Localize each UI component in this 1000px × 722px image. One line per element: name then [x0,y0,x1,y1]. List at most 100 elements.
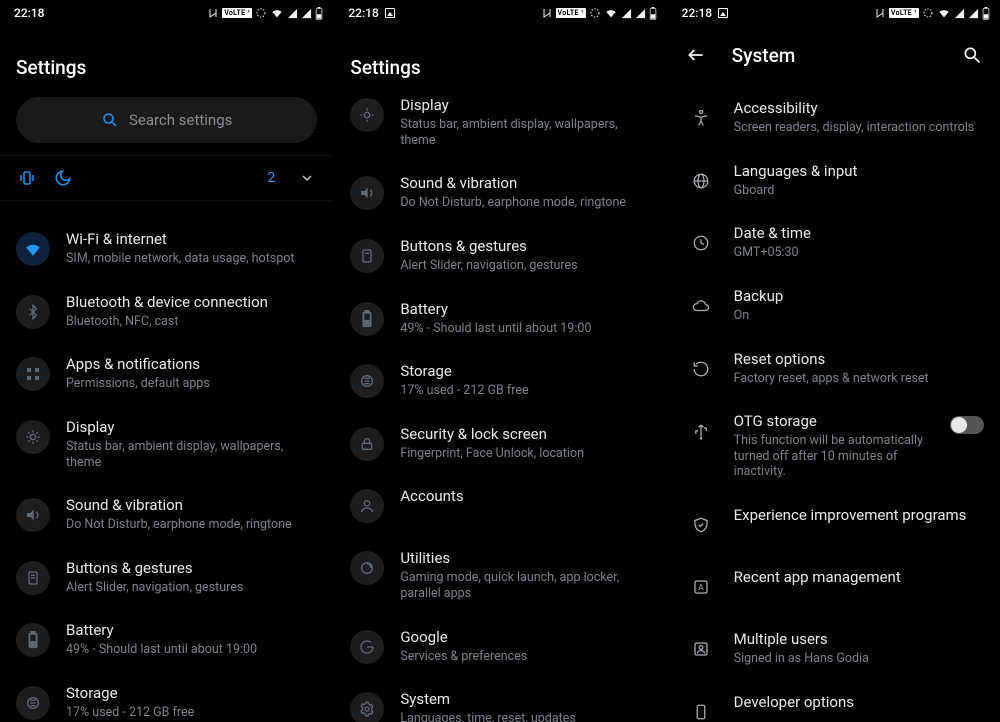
lock-icon [350,427,384,461]
item-sub: This function will be automatically turn… [734,433,926,480]
item-sub: Gaming mode, quick launch, app locker, p… [400,570,650,601]
search-icon [962,45,982,65]
page-title: System [732,44,936,67]
item-sub: Status bar, ambient display, wallpapers,… [66,439,317,470]
item-developer[interactable]: Developer options [668,680,1000,722]
item-title: Apps & notifications [66,355,317,373]
item-multiple-users[interactable]: Multiple users Signed in as Hans Godia [668,617,1000,680]
battery-icon [649,7,657,20]
signal-1-icon [954,8,965,19]
battery-icon [350,302,384,336]
item-title: System [400,690,650,708]
item-title: Buttons & gestures [66,559,317,577]
display-icon [350,98,384,132]
item-display[interactable]: Display Status bar, ambient display, wall… [0,405,333,483]
item-reset[interactable]: Reset optionsFactory reset, apps & netwo… [668,337,1000,400]
item-system[interactable]: System Languages, time, reset, updates [334,677,666,722]
item-title: Backup [734,287,984,305]
nfc-icon [207,7,219,19]
status-bar: 22:18 VoLTE ¹ [668,0,1000,24]
utilities-icon [350,551,384,585]
item-title: Developer options [734,693,984,711]
item-sub: Bluetooth, NFC, cast [66,314,317,330]
item-bluetooth[interactable]: Bluetooth & device connection Bluetooth, … [0,280,333,343]
svg-text:A: A [698,583,704,593]
quick-count: 2 [267,170,275,186]
item-recent-apps[interactable]: A Recent app management [668,555,1000,617]
item-sound[interactable]: Sound & vibrationDo Not Disturb, earphon… [0,483,333,546]
quick-toggle-row[interactable]: 2 [0,155,333,201]
item-utilities[interactable]: UtilitiesGaming mode, quick launch, app … [334,536,666,614]
item-sub: Alert Slider, navigation, gestures [400,258,650,274]
item-title: Sound & vibration [400,174,650,192]
item-title: Display [400,96,650,114]
item-security[interactable]: Security & lock screen Fingerprint, Face … [334,412,666,475]
item-sub: 17% used - 212 GB free [66,705,317,721]
cloud-icon [684,289,718,323]
nfc-icon [874,7,886,19]
search-button[interactable] [956,39,988,71]
item-sub: GMT+05:30 [734,245,984,261]
google-icon [350,630,384,664]
item-sub: Languages, time, reset, updates [400,711,650,722]
item-sub: 17% used - 212 GB free [400,383,650,399]
item-sub: Fingerprint, Face Unlock, location [400,446,650,462]
item-display[interactable]: Display Status bar, ambient display, wall… [334,83,666,161]
recent-icon: A [684,570,718,604]
otg-toggle[interactable] [950,416,984,434]
wifi-icon [270,7,284,19]
item-storage[interactable]: Storage17% used - 212 GB free [0,671,333,722]
system-list: AccessibilityScreen readers, display, in… [668,80,1000,722]
item-buttons-gestures[interactable]: Buttons & gesturesAlert Slider, navigati… [0,546,333,609]
wifi-icon [937,7,951,19]
item-accessibility[interactable]: AccessibilityScreen readers, display, in… [668,86,1000,149]
display-icon [16,420,50,454]
battery-icon [315,7,323,20]
battery-icon [982,7,990,20]
storage-icon [350,364,384,398]
volte-icon: VoLTE ¹ [222,8,252,18]
item-sub: 49% - Should last until about 19:00 [400,321,650,337]
item-wifi-internet[interactable]: Wi-Fi & internetSIM, mobile network, dat… [0,217,333,280]
item-sub: SIM, mobile network, data usage, hotspot [66,251,317,267]
signal-1-icon [621,8,632,19]
item-languages[interactable]: Languages & inputGboard [668,149,1000,212]
back-button[interactable] [680,39,712,71]
item-title: Multiple users [734,630,984,648]
item-buttons-gestures[interactable]: Buttons & gesturesAlert Slider, navigati… [334,224,666,287]
screenshot-notif-icon [718,8,728,18]
item-experience[interactable]: Experience improvement programs [668,493,1000,555]
accessibility-icon [684,101,718,135]
reset-icon [684,352,718,386]
item-google[interactable]: GoogleServices & preferences [334,615,666,678]
item-accounts[interactable]: Accounts [334,474,666,536]
nfc-icon [541,7,553,19]
item-title: Bluetooth & device connection [66,293,317,311]
search-icon [101,111,119,129]
usb-icon [684,414,718,448]
item-title: Security & lock screen [400,425,650,443]
item-apps-notifications[interactable]: Apps & notificationsPermissions, default… [0,342,333,405]
search-input[interactable]: Search settings [16,97,317,143]
volte-icon: VoLTE ¹ [556,8,586,18]
item-date-time[interactable]: Date & timeGMT+05:30 [668,211,1000,274]
item-title: Reset options [734,350,984,368]
item-backup[interactable]: BackupOn [668,274,1000,337]
screenshot-notif-icon [385,8,395,18]
item-sub: Signed in as Hans Godia [734,651,984,667]
item-title: OTG storage [734,412,926,430]
signal-2-icon [635,8,646,19]
item-otg-storage[interactable]: OTG storage This function will be automat… [668,399,1000,493]
item-title: Display [66,418,317,436]
apps-icon [16,357,50,391]
item-storage[interactable]: Storage17% used - 212 GB free [334,349,666,412]
vibrate-icon [18,169,36,187]
item-title: Battery [66,621,317,639]
item-battery[interactable]: Battery49% - Should last until about 19:… [334,287,666,350]
item-battery[interactable]: Battery 49% - Should last until about 19:… [0,608,333,671]
item-sub: Status bar, ambient display, wallpapers,… [400,117,650,148]
item-sub: 49% - Should last until about 19:00 [66,642,317,658]
wifi-icon [604,7,618,19]
item-sound[interactable]: Sound & vibrationDo Not Disturb, earphon… [334,161,666,224]
status-bar: 22:18 VoLTE ¹ [334,0,666,24]
